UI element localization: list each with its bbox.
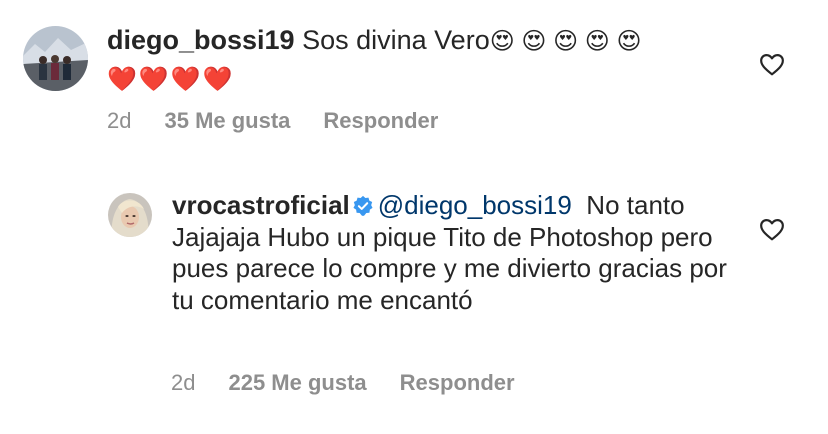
reply-button[interactable]: Responder [400, 370, 515, 396]
profile-photo-avatar-icon [108, 193, 152, 237]
heart-outline-icon[interactable] [759, 52, 785, 76]
comment-meta: 2d 35 Me gusta Responder [107, 108, 438, 134]
comment-username[interactable]: diego_bossi19 [107, 25, 295, 55]
comment-text: vrocastroficial @diego_bossi19 No tanto … [172, 190, 732, 316]
comment-meta: 2d 225 Me gusta Responder [171, 370, 515, 396]
comment-username[interactable]: vrocastroficial [172, 190, 350, 220]
comment-time[interactable]: 2d [171, 370, 195, 396]
comment-likes[interactable]: 225 Me gusta [228, 370, 366, 396]
comment-time[interactable]: 2d [107, 108, 131, 134]
mention-link[interactable]: @diego_bossi19 [378, 190, 572, 220]
emoji-heart-eyes: 😍 😍 😍 😍 😍 [489, 28, 642, 55]
comment-body: Sos divina Vero [302, 25, 490, 55]
avatar[interactable] [23, 26, 88, 91]
emoji-hearts: ❤️❤️❤️❤️ [107, 66, 235, 93]
group-photo-avatar-icon [23, 26, 88, 91]
comment-likes[interactable]: 35 Me gusta [164, 108, 290, 134]
verified-badge-icon [352, 195, 374, 217]
avatar[interactable] [108, 193, 152, 237]
heart-outline-icon[interactable] [759, 217, 785, 241]
reply-button[interactable]: Responder [323, 108, 438, 134]
comment-text: diego_bossi19 Sos divina Vero😍 😍 😍 😍 😍 ❤… [107, 22, 747, 98]
